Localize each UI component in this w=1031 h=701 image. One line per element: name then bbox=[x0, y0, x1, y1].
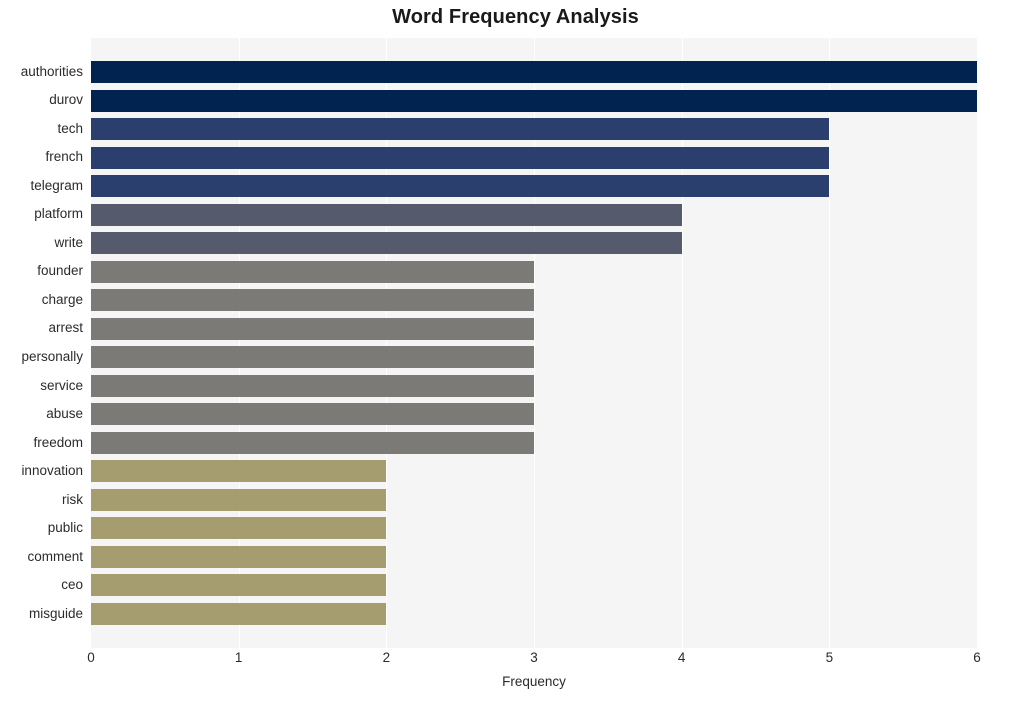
bar bbox=[91, 260, 534, 283]
y-axis-tick-label: platform bbox=[34, 206, 83, 222]
bar-row bbox=[91, 172, 977, 201]
bar-row bbox=[91, 457, 977, 486]
bar bbox=[91, 61, 977, 84]
y-axis-tick-label: service bbox=[40, 377, 83, 393]
bar bbox=[91, 232, 682, 255]
x-axis-tick-label: 1 bbox=[234, 650, 243, 665]
bar bbox=[91, 203, 682, 226]
y-axis-tick-label: misguide bbox=[28, 605, 83, 621]
x-axis-tick-label: 5 bbox=[825, 650, 834, 665]
y-axis-tick-label: arrest bbox=[48, 320, 83, 336]
y-axis-tick-label: freedom bbox=[33, 434, 83, 450]
x-axis-tick-label: 2 bbox=[382, 650, 391, 665]
bar bbox=[91, 488, 387, 511]
bar bbox=[91, 289, 534, 312]
gridline bbox=[977, 38, 978, 648]
bar bbox=[91, 118, 830, 141]
bar bbox=[91, 374, 534, 397]
y-axis-tick-label: innovation bbox=[21, 463, 83, 479]
bar bbox=[91, 175, 830, 198]
bar bbox=[91, 574, 387, 597]
y-axis-tick-label: tech bbox=[57, 120, 83, 136]
bar-row bbox=[91, 286, 977, 315]
y-axis-tick-label: authorities bbox=[20, 63, 83, 79]
x-axis-tick-label: 4 bbox=[677, 650, 686, 665]
bar-row bbox=[91, 372, 977, 401]
bar bbox=[91, 146, 830, 169]
x-axis-tick-label: 0 bbox=[87, 650, 95, 665]
y-axis-tick-label: write bbox=[54, 234, 83, 250]
bar-row bbox=[91, 58, 977, 87]
bar-row bbox=[91, 600, 977, 629]
bar-row bbox=[91, 514, 977, 543]
bar bbox=[91, 602, 387, 625]
bar-row bbox=[91, 257, 977, 286]
word-frequency-chart: Word Frequency Analysis authorities durov… bbox=[0, 0, 1031, 701]
bar-row bbox=[91, 143, 977, 172]
bar-row bbox=[91, 200, 977, 229]
x-axis-tick-label: 6 bbox=[973, 650, 981, 665]
bar bbox=[91, 317, 534, 340]
plot-area bbox=[91, 38, 978, 648]
chart-title: Word Frequency Analysis bbox=[392, 6, 639, 28]
x-axis-tick-labels: 0 1 2 3 4 5 6 bbox=[0, 650, 1031, 672]
bar-row bbox=[91, 400, 977, 429]
bar-row bbox=[91, 429, 977, 458]
x-axis-tick-label: 3 bbox=[530, 650, 538, 665]
y-axis-tick-label: comment bbox=[27, 548, 83, 564]
bar-row bbox=[91, 543, 977, 572]
x-axis-title: Frequency bbox=[502, 674, 566, 689]
y-axis-tick-label: charge bbox=[41, 291, 83, 307]
y-axis-tick-label: durov bbox=[49, 92, 83, 108]
bar bbox=[91, 460, 387, 483]
bar-row bbox=[91, 343, 977, 372]
bar-row bbox=[91, 314, 977, 343]
y-axis-tick-label: personally bbox=[21, 349, 83, 364]
y-axis-tick-label: telegram bbox=[30, 177, 83, 193]
bar-row bbox=[91, 571, 977, 600]
bar bbox=[91, 545, 387, 568]
bar bbox=[91, 346, 534, 369]
y-axis-tick-label: risk bbox=[62, 491, 83, 507]
y-axis-tick-labels: authorities durov tech french telegram platfo… bbox=[0, 38, 83, 648]
y-axis-tick-label: abuse bbox=[46, 406, 83, 421]
y-axis-tick-label: founder bbox=[37, 263, 83, 279]
bar-row bbox=[91, 229, 977, 258]
bar-row bbox=[91, 86, 977, 115]
y-axis-tick-label: public bbox=[47, 520, 83, 536]
bar bbox=[91, 517, 387, 540]
y-axis-tick-label: french bbox=[45, 149, 83, 165]
bar-row bbox=[91, 115, 977, 144]
bar bbox=[91, 403, 534, 426]
bar bbox=[91, 89, 977, 112]
bar-row bbox=[91, 486, 977, 515]
y-axis-tick-label: ceo bbox=[61, 577, 83, 593]
bar bbox=[91, 431, 534, 454]
